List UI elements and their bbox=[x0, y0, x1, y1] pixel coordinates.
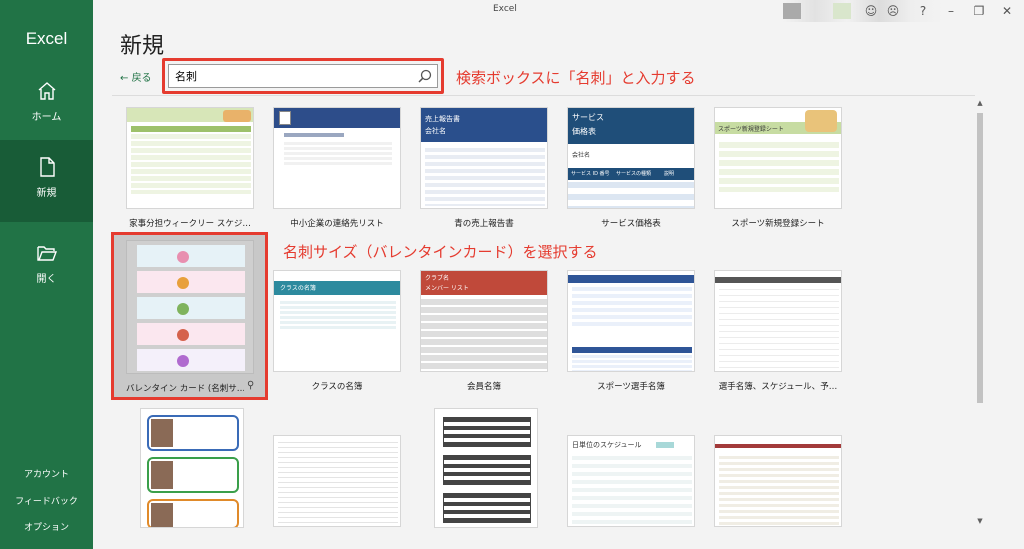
template-tile[interactable]: 売上報告書 会社名 青の売上報告書 bbox=[420, 107, 548, 229]
template-thumbnail bbox=[567, 270, 695, 372]
new-file-icon bbox=[39, 157, 55, 177]
frown-icon[interactable]: ☹ bbox=[885, 3, 901, 19]
app-name: Excel bbox=[25, 29, 68, 48]
template-tile[interactable] bbox=[714, 435, 842, 527]
template-name: 中小企業の連絡先リスト bbox=[290, 219, 384, 229]
template-name: クラスの名簿 bbox=[311, 382, 363, 392]
scroll-up-icon[interactable]: ▲ bbox=[975, 98, 985, 108]
select-annotation: 名刺サイズ（バレンタインカード）を選択する bbox=[283, 243, 598, 261]
decor-square bbox=[783, 3, 801, 19]
restore-icon[interactable]: ❐ bbox=[971, 3, 987, 19]
template-thumbnail bbox=[273, 435, 401, 527]
page-title: 新規 bbox=[120, 34, 165, 59]
template-thumbnail: クラブ名 メンバー リスト bbox=[420, 270, 548, 372]
help-icon[interactable]: ? bbox=[915, 3, 931, 19]
sidebar-item-label: 新規 bbox=[36, 188, 57, 199]
home-icon bbox=[38, 82, 55, 100]
back-arrow-icon: ← bbox=[120, 73, 132, 84]
back-label: 戻る bbox=[131, 73, 152, 84]
template-tile[interactable]: 選手名簿、スケジュール、予… bbox=[714, 270, 842, 392]
template-name: サービス価格表 bbox=[601, 219, 661, 229]
sidebar-item-new[interactable]: 新規 bbox=[0, 140, 93, 222]
sidebar-item-home[interactable]: ホーム bbox=[0, 64, 93, 146]
template-tile[interactable]: クラブ名 メンバー リスト 会員名簿 bbox=[420, 270, 548, 392]
template-tile[interactable]: スポーツ新規登録シート スポーツ新規登録シート bbox=[714, 107, 842, 229]
template-thumbnail: サービス 価格表 会社名 サービス ID 番号 サービスの種類 説明 bbox=[567, 107, 695, 209]
feedback-link[interactable]: フィードバック bbox=[0, 494, 93, 507]
template-thumbnail bbox=[714, 435, 842, 527]
template-thumbnail bbox=[273, 107, 401, 209]
template-thumbnail: クラスの名簿 bbox=[273, 270, 401, 372]
template-thumbnail bbox=[434, 408, 538, 528]
options-link[interactable]: オプション bbox=[0, 520, 93, 533]
template-thumbnail: 日単位のスケジュール bbox=[567, 435, 695, 527]
valentine-highlight-box bbox=[111, 232, 268, 400]
template-thumbnail bbox=[714, 270, 842, 372]
window-title: Excel bbox=[493, 4, 517, 14]
template-name: 青の売上報告書 bbox=[454, 219, 514, 229]
account-link[interactable]: アカウント bbox=[0, 467, 93, 480]
template-tile[interactable] bbox=[140, 408, 268, 528]
decor-square bbox=[833, 3, 851, 19]
back-button[interactable]: ← 戻る bbox=[120, 69, 152, 84]
template-name: 会員名簿 bbox=[466, 382, 501, 392]
sidebar: Excel ホーム 新規 開く アカウント フィードバック オプション bbox=[0, 0, 93, 549]
template-name: 家事分担ウィークリー スケジ… bbox=[129, 219, 251, 229]
smile-icon[interactable]: ☺ bbox=[863, 3, 879, 19]
template-thumbnail bbox=[140, 408, 244, 528]
template-name: スポーツ選手名簿 bbox=[597, 382, 665, 392]
template-tile[interactable]: サービス 価格表 会社名 サービス ID 番号 サービスの種類 説明 サービス価… bbox=[567, 107, 695, 229]
template-tile[interactable]: クラスの名簿 クラスの名簿 bbox=[273, 270, 401, 392]
minimize-icon[interactable]: – bbox=[943, 3, 959, 19]
search-annotation: 検索ボックスに「名刺」と入力する bbox=[456, 69, 696, 87]
template-thumbnail: 売上報告書 会社名 bbox=[420, 107, 548, 209]
folder-open-icon bbox=[36, 246, 57, 261]
divider bbox=[112, 95, 975, 96]
template-tile[interactable] bbox=[434, 408, 562, 528]
title-bar: Excel ☺ ☹ ? – ❐ ✕ bbox=[93, 0, 1024, 22]
template-name: スポーツ新規登録シート bbox=[731, 219, 825, 229]
template-tile[interactable]: 家事分担ウィークリー スケジ… bbox=[126, 107, 254, 229]
sidebar-item-label: 開く bbox=[36, 274, 57, 285]
template-thumbnail: スポーツ新規登録シート bbox=[714, 107, 842, 209]
template-tile[interactable]: 日単位のスケジュール bbox=[567, 435, 695, 527]
template-tile[interactable] bbox=[273, 435, 401, 527]
scrollbar-thumb[interactable] bbox=[977, 113, 983, 403]
close-icon[interactable]: ✕ bbox=[999, 3, 1015, 19]
template-name: 選手名簿、スケジュール、予… bbox=[718, 382, 838, 392]
template-tile[interactable]: スポーツ選手名簿 bbox=[567, 270, 695, 392]
scroll-down-icon[interactable]: ▼ bbox=[975, 516, 985, 526]
vertical-scrollbar[interactable]: ▲ ▼ bbox=[975, 98, 985, 528]
sidebar-item-label: ホーム bbox=[31, 112, 62, 123]
template-thumbnail bbox=[126, 107, 254, 209]
sidebar-item-open[interactable]: 開く bbox=[0, 226, 93, 308]
search-highlight-box bbox=[162, 58, 444, 94]
template-tile[interactable]: 中小企業の連絡先リスト bbox=[273, 107, 401, 229]
